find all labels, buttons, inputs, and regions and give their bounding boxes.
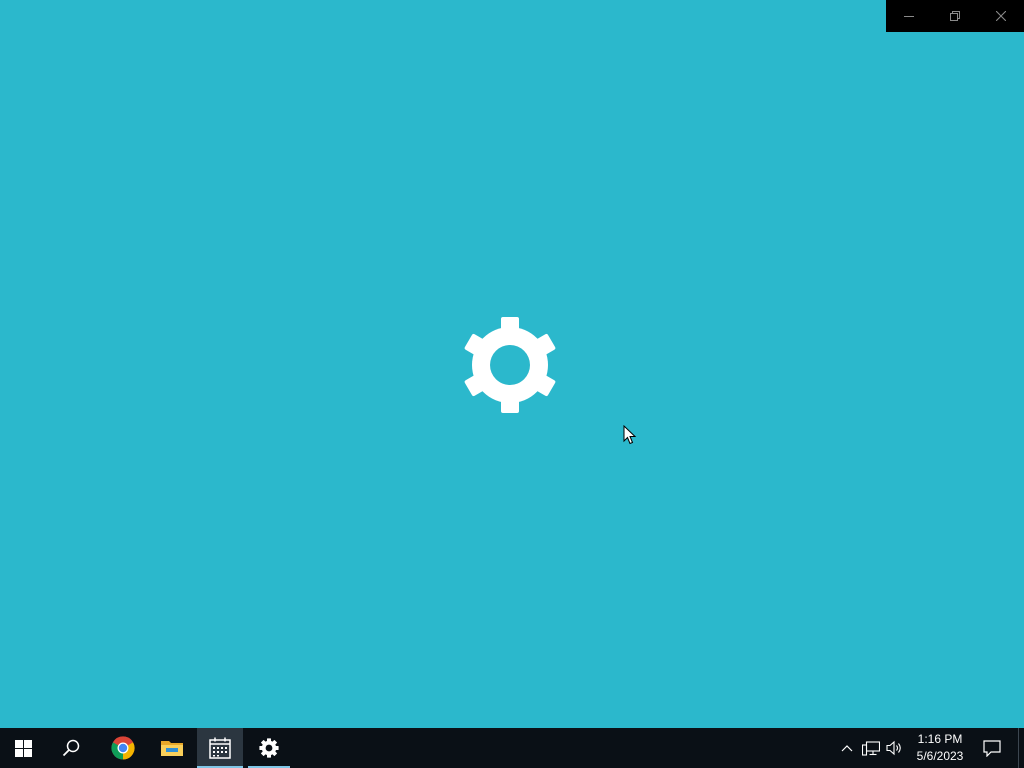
- taskbar-calendar-button[interactable]: [197, 728, 243, 768]
- close-icon: [996, 11, 1006, 21]
- close-button[interactable]: [978, 0, 1024, 32]
- minimize-button[interactable]: [886, 0, 932, 32]
- minimize-icon: [904, 16, 914, 17]
- show-desktop-button[interactable]: [1018, 728, 1024, 768]
- volume-icon: [886, 740, 901, 756]
- action-center-button[interactable]: [978, 728, 1006, 768]
- gear-icon: [464, 317, 556, 413]
- folder-icon: [161, 741, 183, 756]
- taskbar-chrome-button[interactable]: [100, 728, 146, 768]
- chrome-icon: [111, 736, 135, 760]
- mouse-cursor: [623, 425, 637, 445]
- chevron-up-icon: [841, 745, 853, 752]
- calendar-icon: [209, 737, 231, 759]
- clock-time: 1:16 PM: [917, 732, 963, 746]
- title-bar-caption-buttons: [886, 0, 1024, 32]
- taskbar-file-explorer-button[interactable]: [149, 728, 195, 768]
- show-hidden-icons-button[interactable]: [838, 728, 856, 768]
- taskbar-settings-button[interactable]: [246, 728, 292, 768]
- settings-splash-screen: [0, 0, 1024, 728]
- restore-button[interactable]: [932, 0, 978, 32]
- search-button[interactable]: [48, 728, 94, 768]
- network-icon: [862, 741, 880, 756]
- volume-button[interactable]: [884, 728, 906, 768]
- clock[interactable]: 1:16 PM 5/6/2023: [912, 728, 968, 768]
- windows-logo-icon: [14, 739, 32, 757]
- notification-icon: [983, 739, 1001, 757]
- restore-icon: [950, 11, 960, 21]
- start-button[interactable]: [0, 728, 46, 768]
- taskbar: 1:16 PM 5/6/2023: [0, 728, 1024, 768]
- network-button[interactable]: [860, 728, 882, 768]
- clock-date: 5/6/2023: [916, 749, 964, 763]
- search-icon: [62, 739, 80, 757]
- gear-icon: [259, 738, 279, 758]
